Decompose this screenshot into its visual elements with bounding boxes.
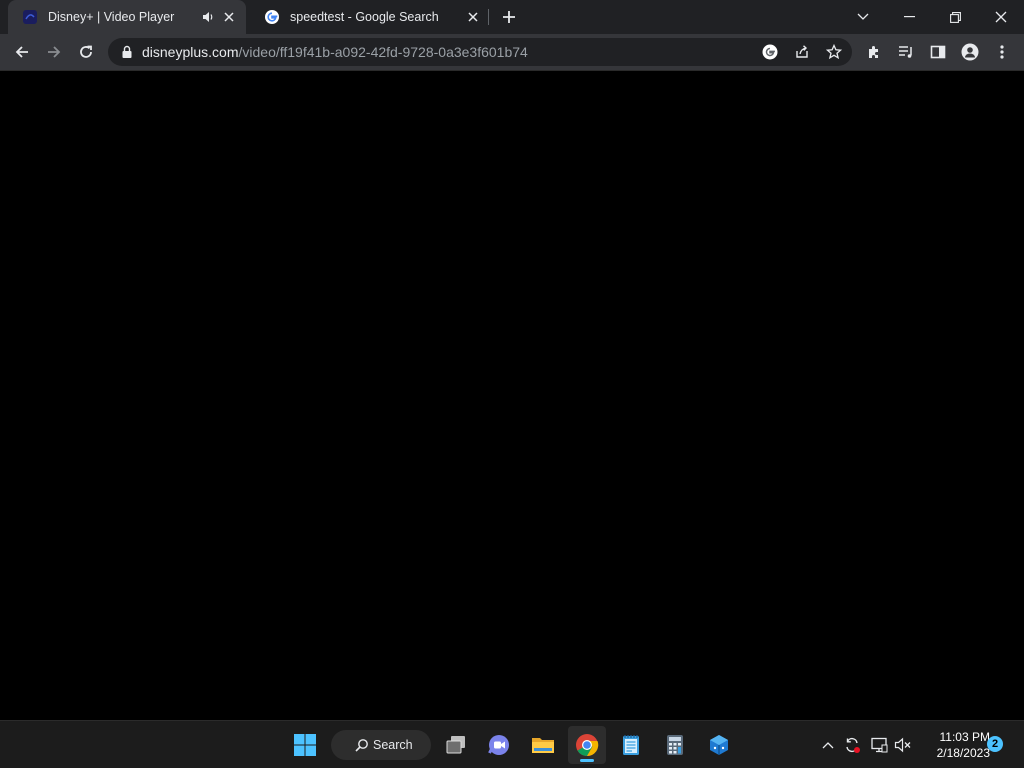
notepad-button[interactable] xyxy=(612,726,650,764)
app-button[interactable] xyxy=(700,726,738,764)
tab-title: speedtest - Google Search xyxy=(290,10,439,24)
avatar-icon xyxy=(961,43,979,61)
search-icon xyxy=(355,739,368,752)
close-tab-icon[interactable] xyxy=(220,8,238,26)
reload-icon xyxy=(80,45,92,58)
disney-plus-icon xyxy=(22,9,38,25)
new-tab-button[interactable] xyxy=(498,6,520,28)
network-button[interactable] xyxy=(869,735,889,755)
clock[interactable]: 11:03 PM 2/18/2023 xyxy=(920,729,990,761)
sync-status-button[interactable] xyxy=(842,735,862,755)
app-icon xyxy=(710,735,728,755)
tab-disney-plus[interactable]: Disney+ | Video Player xyxy=(8,0,246,34)
calculator-icon xyxy=(667,735,683,755)
tab-strip: Disney+ | Video Player speedtest - Googl… xyxy=(0,0,1024,34)
file-explorer-icon xyxy=(532,738,554,753)
media-controls-button[interactable] xyxy=(892,38,920,66)
back-arrow-icon xyxy=(15,46,28,58)
network-icon xyxy=(871,737,888,753)
file-explorer-button[interactable] xyxy=(524,726,562,764)
speaker-icon[interactable] xyxy=(200,9,216,25)
task-view-icon xyxy=(446,736,465,754)
start-icon xyxy=(294,734,316,756)
close-window-button[interactable] xyxy=(978,0,1024,34)
puzzle-icon xyxy=(869,46,878,58)
tab-separator xyxy=(488,9,489,25)
google-icon xyxy=(264,9,280,25)
side-panel-button[interactable] xyxy=(924,38,952,66)
chevron-up-icon xyxy=(822,742,834,749)
clock-date: 2/18/2023 xyxy=(936,746,990,760)
minimize-button[interactable] xyxy=(886,0,932,34)
volume-button[interactable] xyxy=(893,735,913,755)
menu-button[interactable] xyxy=(988,38,1016,66)
lock-icon[interactable] xyxy=(120,45,134,59)
clock-time: 11:03 PM xyxy=(939,730,990,744)
google-lens-icon[interactable] xyxy=(760,42,780,62)
taskbar-search[interactable]: Search xyxy=(331,730,431,760)
volume-muted-icon xyxy=(894,737,911,753)
sync-icon xyxy=(846,737,860,753)
tab-search-button[interactable] xyxy=(840,0,886,34)
url-text[interactable]: disneyplus.com/video/ff19f41b-a092-42fd-… xyxy=(142,44,528,60)
address-bar[interactable]: disneyplus.com/video/ff19f41b-a092-42fd-… xyxy=(108,38,852,66)
extensions-button[interactable] xyxy=(860,38,888,66)
close-tab-icon[interactable] xyxy=(464,8,482,26)
start-button[interactable] xyxy=(286,726,324,764)
profile-button[interactable] xyxy=(956,38,984,66)
windows-taskbar: Search 11:03 PM 2/18/2023 xyxy=(0,720,1024,768)
chat-button[interactable] xyxy=(480,726,518,764)
media-queue-icon xyxy=(899,46,912,58)
restore-button[interactable] xyxy=(932,0,978,34)
url-host: disneyplus.com xyxy=(142,44,239,60)
chat-icon xyxy=(488,735,509,755)
chrome-button[interactable] xyxy=(568,726,606,764)
notepad-icon xyxy=(623,735,639,755)
tab-google-search[interactable]: speedtest - Google Search xyxy=(250,0,490,34)
chevron-down-icon xyxy=(857,13,869,20)
tab-title: Disney+ | Video Player xyxy=(48,10,175,24)
chrome-icon xyxy=(576,734,599,757)
video-player-area[interactable] xyxy=(0,71,1024,720)
forward-arrow-icon xyxy=(48,46,61,58)
notification-badge[interactable]: 2 xyxy=(987,736,1003,752)
bookmark-star-icon[interactable] xyxy=(824,42,844,62)
share-icon[interactable] xyxy=(792,42,812,62)
back-button[interactable] xyxy=(8,38,36,66)
more-vert-icon xyxy=(1000,45,1004,59)
reload-button[interactable] xyxy=(72,38,100,66)
browser-toolbar: disneyplus.com/video/ff19f41b-a092-42fd-… xyxy=(0,34,1024,71)
url-path: /video/ff19f41b-a092-42fd-9728-0a3e3f601… xyxy=(238,44,528,60)
forward-button[interactable] xyxy=(40,38,68,66)
calculator-button[interactable] xyxy=(656,726,694,764)
show-hidden-icons-button[interactable] xyxy=(818,735,838,755)
active-app-indicator xyxy=(580,759,594,762)
search-label: Search xyxy=(373,738,413,752)
side-panel-icon xyxy=(930,45,946,59)
task-view-button[interactable] xyxy=(437,726,475,764)
